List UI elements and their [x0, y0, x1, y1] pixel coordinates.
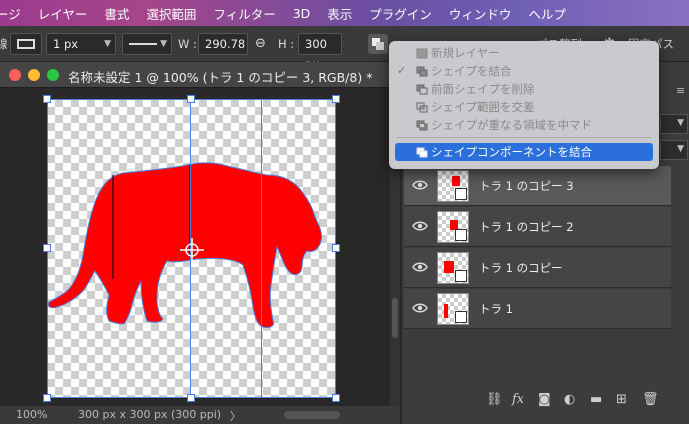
new-layer-icon — [416, 48, 428, 59]
merge-components-icon — [416, 147, 428, 158]
layer-thumbnail — [437, 211, 469, 243]
menu-item-3d[interactable]: 3D — [293, 6, 311, 21]
eye-icon[interactable] — [412, 219, 428, 233]
link-icon[interactable]: ⛓ — [486, 392, 503, 407]
menu-item-exclude-overlap[interactable]: シェイプが重なる領域を中マド — [389, 116, 659, 134]
subtract-shape-icon — [416, 84, 428, 95]
menu-item-help[interactable]: ヘルプ — [528, 4, 566, 23]
new-layer-icon[interactable]: ⊞ — [616, 392, 627, 407]
path-operations-button[interactable] — [368, 34, 388, 54]
width-value: 290.78 — [205, 37, 246, 51]
layer-name: トラ 1 — [479, 302, 513, 316]
reference-point-icon[interactable] — [180, 238, 204, 262]
stroke-width-field[interactable]: 1 px ▼ — [46, 33, 116, 55]
layer-name: トラ 1 のコピー 2 — [479, 220, 574, 234]
close-window-button[interactable] — [9, 69, 21, 81]
layer-name: トラ 1 のコピー 3 — [479, 179, 574, 193]
adjustment-icon[interactable]: ◐ — [564, 392, 575, 407]
chevron-down-icon: ▼ — [677, 144, 684, 154]
checkmark-icon: ✓ — [397, 64, 407, 77]
combine-shapes-icon — [416, 66, 428, 77]
layer-row[interactable]: トラ 1 のコピー 2 — [404, 207, 671, 247]
menu-item-merge-shape-components[interactable]: シェイプコンポーネントを結合 — [395, 143, 653, 161]
menu-item-filter[interactable]: フィルター — [213, 4, 275, 23]
maximize-window-button[interactable] — [47, 69, 59, 81]
mask-icon[interactable]: ◙ — [538, 392, 551, 407]
shape-layer-icon — [455, 229, 467, 241]
folder-icon[interactable]: ▬ — [590, 392, 602, 407]
height-label: H : — [278, 37, 295, 51]
shape-layer-icon — [455, 270, 467, 282]
width-label: W : — [178, 37, 197, 51]
document-info: 300 px x 300 px (300 ppi) — [78, 408, 222, 421]
transform-handle[interactable] — [187, 394, 195, 402]
transform-handle[interactable] — [332, 95, 340, 103]
menu-item-new-layer[interactable]: 新規レイヤー — [389, 44, 659, 62]
guide-line — [261, 99, 262, 398]
chevron-down-icon: ▼ — [160, 39, 167, 49]
transform-handle[interactable] — [332, 244, 340, 252]
status-bar: 100% 300 px x 300 px (300 ppi) 〉 — [0, 406, 400, 424]
menu-item-type[interactable]: 書式 — [104, 4, 129, 23]
menu-item-subtract-front-shape[interactable]: 前面シェイプを削除 — [389, 80, 659, 98]
panel-menu-icon[interactable]: ≡ — [676, 84, 685, 97]
document-title: 名称未設定 1 @ 100% (トラ 1 のコピー 3, RGB/8) * — [68, 70, 373, 85]
menu-item-combine-shapes[interactable]: ✓ シェイプを結合 — [389, 62, 659, 80]
stroke-width-value: 1 px — [53, 37, 79, 51]
path-operations-menu: 新規レイヤー ✓ シェイプを結合 前面シェイプを削除 シェイプ範囲を交差 シェイ… — [389, 41, 659, 169]
layer-thumbnail — [437, 252, 469, 284]
zoom-level[interactable]: 100% — [16, 408, 47, 421]
fx-icon[interactable]: fx — [512, 392, 524, 407]
transform-handle[interactable] — [43, 95, 51, 103]
document-titlebar: 名称未設定 1 @ 100% (トラ 1 のコピー 3, RGB/8) * — [0, 62, 400, 88]
width-field[interactable]: 290.78 — [198, 33, 248, 55]
shape-layer-icon — [455, 311, 467, 323]
menu-item-select[interactable]: 選択範囲 — [146, 4, 196, 23]
layers-panel-footer: ⛓ fx ◙ ◐ ▬ ⊞ 🗑 — [404, 390, 674, 414]
layer-name: トラ 1 のコピー — [479, 261, 563, 275]
shape-layer-icon — [455, 188, 467, 200]
transform-handle[interactable] — [187, 95, 195, 103]
menu-bar: ージ レイヤー 書式 選択範囲 フィルター 3D 表示 プラグイン ウィンドウ … — [0, 0, 689, 26]
menu-item-window[interactable]: ウィンドウ — [449, 4, 512, 23]
minimize-window-button[interactable] — [28, 69, 40, 81]
height-field[interactable]: 300 px — [298, 33, 342, 71]
layer-row[interactable]: トラ 1 — [404, 289, 671, 329]
transform-handle[interactable] — [43, 394, 51, 402]
menu-separator — [397, 137, 651, 138]
horizontal-scrollbar[interactable] — [284, 411, 340, 419]
link-dimensions-icon[interactable]: ⊖ — [255, 34, 266, 54]
eye-icon[interactable] — [412, 178, 428, 192]
transform-handle[interactable] — [332, 394, 340, 402]
stroke-type-dropdown[interactable]: ▼ — [122, 33, 172, 55]
transform-handle[interactable] — [43, 244, 51, 252]
intersect-shapes-icon — [416, 102, 428, 113]
chevron-right-icon[interactable]: 〉 — [230, 408, 241, 424]
menu-item-intersect-shapes[interactable]: シェイプ範囲を交差 — [389, 98, 659, 116]
layer-row[interactable]: トラ 1 のコピー 3 — [404, 166, 671, 206]
exclude-overlap-icon — [416, 120, 428, 131]
layer-row[interactable]: トラ 1 のコピー — [404, 248, 671, 288]
canvas-area[interactable] — [0, 88, 390, 406]
menu-item-view[interactable]: 表示 — [327, 4, 352, 23]
trash-icon[interactable]: 🗑 — [642, 392, 659, 407]
menu-item-page[interactable]: ージ — [0, 4, 21, 23]
stroke-color-swatch[interactable] — [10, 33, 42, 55]
eye-icon[interactable] — [412, 301, 428, 315]
document-window: 名称未設定 1 @ 100% (トラ 1 のコピー 3, RGB/8) * 10… — [0, 62, 400, 424]
canvas[interactable] — [43, 95, 340, 402]
chevron-down-icon: ▼ — [677, 118, 684, 128]
fill-dropdown[interactable]: ▼ — [660, 140, 688, 160]
menu-item-plugins[interactable]: プラグイン — [369, 4, 432, 23]
layer-thumbnail — [437, 170, 469, 202]
layer-thumbnail — [437, 293, 469, 325]
menu-item-layer[interactable]: レイヤー — [38, 4, 88, 23]
chevron-down-icon: ▼ — [104, 39, 111, 49]
eye-icon[interactable] — [412, 260, 428, 274]
blend-mode-dropdown[interactable]: ▼ — [660, 114, 688, 134]
